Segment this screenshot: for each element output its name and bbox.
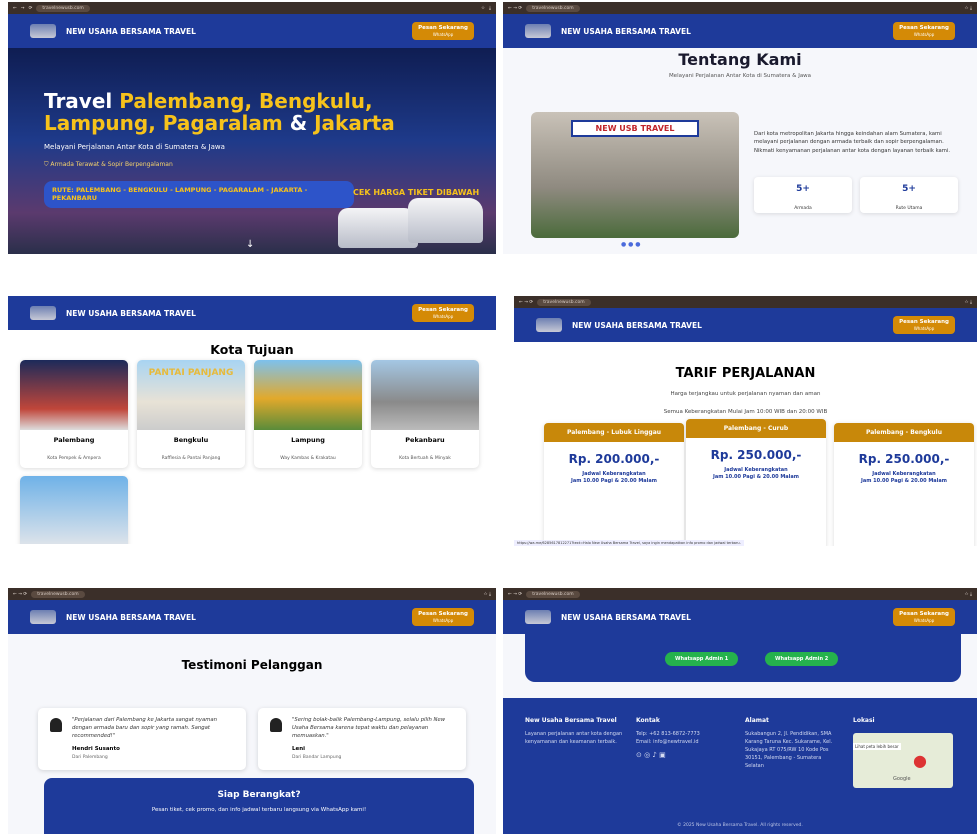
about-title: Tentang Kami: [678, 50, 802, 69]
logo[interactable]: [30, 610, 56, 624]
city-card-bengkulu[interactable]: PANTAI PANJANG Bengkulu Rafflesia & Pantai…: [137, 360, 245, 468]
browser-toolbar: ← → ⟳ travelnewusb.com ☆ ⤓: [8, 2, 496, 14]
testimonial-card: "Perjalanan dari Palembang ke Jakarta sa…: [38, 708, 246, 770]
download-icon[interactable]: ⤓: [489, 5, 491, 11]
order-button[interactable]: Pesan Sekarang WhatsApp: [893, 607, 955, 627]
stat-rute: 5+ Rute Utama: [860, 177, 958, 213]
carousel-dots[interactable]: ● ● ●: [621, 241, 641, 248]
price-card[interactable]: Palembang - Lubuk Linggau Rp. 200.000,- Ja…: [544, 423, 684, 546]
stat-armada: 5+ Armada: [754, 177, 852, 213]
footer-brand: New Usaha Bersama Travel: [525, 717, 617, 724]
copyright: © 2025 New Usaha Bersama Travel. All rig…: [677, 823, 803, 828]
hero-subtitle: Melayani Perjalanan Antar Kota di Sumate…: [44, 143, 225, 151]
whatsapp-section: Whatsapp Admin 1 Whatsapp Admin 2: [525, 634, 961, 682]
city-card-jakarta[interactable]: [20, 476, 128, 544]
whatsapp-admin-1-button[interactable]: Whatsapp Admin 1: [665, 652, 739, 666]
user-icon: [270, 718, 282, 732]
browser-toolbar: ← → ⟳ travelnewusb.com ☆ ⤓: [503, 588, 977, 600]
site-header: NEW USAHA BERSAMA TRAVEL Pesan Sekarang W…: [8, 14, 496, 48]
tarif-title: TARIF PERJALANAN: [675, 366, 816, 381]
brand-name[interactable]: NEW USAHA BERSAMA TRAVEL: [66, 309, 196, 318]
testimonial-card: "Sering bolak-balik Palembang-Lampung, s…: [258, 708, 466, 770]
logo[interactable]: [30, 306, 56, 320]
cta-section: Siap Berangkat? Pesan tiket, cek promo, d…: [44, 778, 474, 834]
order-button[interactable]: Pesan Sekarang WhatsApp: [893, 315, 955, 335]
price-card[interactable]: Palembang - Curub Rp. 250.000,- Jadwal Keb…: [686, 419, 826, 546]
url-bar[interactable]: travelnewusb.com: [36, 4, 90, 12]
city-card-lampung[interactable]: Lampung Way Kambas & Krakatau: [254, 360, 362, 468]
browser-toolbar: ← → ⟳ travelnewusb.com ☆ ⤓: [503, 2, 977, 14]
promo-text: CEK HARGA TIKET DIBAWAH: [353, 188, 480, 197]
site-header: NEW USAHA BERSAMA TRAVEL Pesan Sekarang W…: [514, 308, 977, 342]
tarif-lead: Harga terjangkau untuk perjalanan nyaman…: [670, 391, 821, 397]
city-card-palembang[interactable]: Palembang Kota Pempek & Ampera: [20, 360, 128, 468]
panel-kota: NEW USAHA BERSAMA TRAVEL Pesan Sekarang W…: [8, 296, 496, 544]
panel-footer: ← → ⟳ travelnewusb.com ☆ ⤓ NEW USAHA BERSA…: [503, 588, 977, 834]
order-button[interactable]: Pesan Sekarang WhatsApp: [412, 303, 474, 323]
logo[interactable]: [30, 24, 56, 38]
status-link: https://wa.me/6285617812271?text=Halo Ne…: [514, 540, 744, 546]
panel-hero: ← → ⟳ travelnewusb.com ☆ ⤓ NEW USAHA BERSAM…: [8, 2, 496, 254]
browser-toolbar: ← → ⟳ travelnewusb.com ☆ ⤓: [8, 588, 496, 600]
site-header: NEW USAHA BERSAMA TRAVEL Pesan Sekarang W…: [8, 600, 496, 634]
hero-feature: ⛉ Armada Terawat & Sopir Berpengalaman: [44, 161, 173, 168]
brand-name[interactable]: NEW USAHA BERSAMA TRAVEL: [66, 27, 196, 36]
whatsapp-admin-2-button[interactable]: Whatsapp Admin 2: [765, 652, 839, 666]
brand-name[interactable]: NEW USAHA BERSAMA TRAVEL: [572, 321, 702, 330]
brand-name[interactable]: NEW USAHA BERSAMA TRAVEL: [561, 27, 691, 36]
order-label: Pesan Sekarang: [418, 24, 468, 31]
star-icon[interactable]: ☆: [481, 6, 485, 11]
scroll-down-icon[interactable]: ↓: [246, 239, 254, 250]
brand-name[interactable]: NEW USAHA BERSAMA TRAVEL: [66, 613, 196, 622]
office-sign: NEW USB TRAVEL: [571, 120, 699, 137]
logo[interactable]: [536, 318, 562, 332]
site-header: NEW USAHA BERSAMA TRAVEL Pesan Sekarang W…: [503, 600, 977, 634]
order-sub: WhatsApp: [432, 31, 454, 37]
hero-section: Travel Palembang, Bengkulu, Lampung, Paga…: [8, 48, 496, 254]
van-image-2: [408, 198, 483, 243]
reload-icon[interactable]: ⟳: [29, 6, 33, 11]
order-button[interactable]: Pesan Sekarang WhatsApp: [412, 607, 474, 627]
testi-title: Testimoni Pelanggan: [181, 658, 323, 672]
about-lead: Melayani Perjalanan Antar Kota di Sumate…: [668, 73, 812, 79]
order-button[interactable]: Pesan Sekarang WhatsApp: [412, 21, 474, 41]
panel-about: ← → ⟳ travelnewusb.com ☆ ⤓ NEW USAHA BERSA…: [503, 2, 977, 254]
hero-title: Travel Palembang, Bengkulu, Lampung, Paga…: [44, 89, 395, 135]
brand-name[interactable]: NEW USAHA BERSAMA TRAVEL: [561, 613, 691, 622]
footer: New Usaha Bersama Travel Layanan perjalan…: [503, 698, 977, 834]
location-map[interactable]: Lihat peta lebih besar ● Google: [853, 733, 953, 788]
user-icon: [50, 718, 62, 732]
browser-toolbar: ← → ⟳ travelnewusb.com ☆ ⤓: [514, 296, 977, 308]
price-card[interactable]: Palembang - Bengkulu Rp. 250.000,- Jadwal …: [834, 423, 974, 546]
van-image: [338, 208, 418, 248]
panel-tarif: ← → ⟳ travelnewusb.com ☆ ⤓ NEW USAHA BERSA…: [514, 296, 977, 546]
logo[interactable]: [525, 24, 551, 38]
tarif-schedule: Semua Keberangkatan Mulai Jam 10:00 WIB …: [663, 409, 828, 415]
social-icons[interactable]: ⊙ ◎ ♪ ▣: [636, 750, 716, 761]
map-pin-icon: ●: [913, 751, 927, 770]
office-photo: NEW USB TRAVEL ● ● ●: [531, 112, 739, 248]
route-banner: RUTE: PALEMBANG - BENGKULU - LAMPUNG - P…: [44, 181, 354, 208]
site-header: NEW USAHA BERSAMA TRAVEL Pesan Sekarang W…: [503, 14, 977, 48]
order-button[interactable]: Pesan Sekarang WhatsApp: [893, 21, 955, 41]
site-header: NEW USAHA BERSAMA TRAVEL Pesan Sekarang W…: [8, 296, 496, 330]
city-card-pekanbaru[interactable]: Pekanbaru Kota Bertuah & Minyak: [371, 360, 479, 468]
back-icon[interactable]: ←: [13, 6, 17, 11]
kota-title: Kota Tujuan: [210, 342, 294, 357]
panel-testi: ← → ⟳ travelnewusb.com ☆ ⤓ NEW USAHA BERSA…: [8, 588, 496, 834]
about-text: Dari kota metropolitan Jakarta hingga ke…: [754, 131, 951, 154]
logo[interactable]: [525, 610, 551, 624]
beach-banner: PANTAI PANJANG: [148, 368, 234, 378]
forward-icon[interactable]: →: [21, 6, 25, 11]
